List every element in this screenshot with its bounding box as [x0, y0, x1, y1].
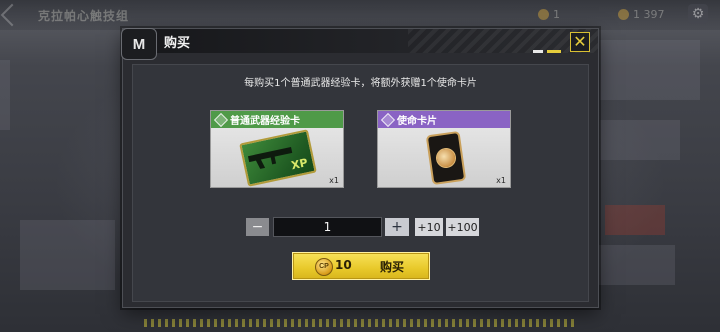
quantity-decrease-button[interactable]: − — [246, 218, 269, 236]
dialog-emblem-icon: M — [121, 28, 157, 60]
header-indicator — [533, 50, 543, 53]
quantity-increase-button[interactable]: + — [385, 218, 409, 236]
item-name: 使命卡片 — [397, 116, 437, 127]
currency-icon — [618, 9, 629, 20]
background-shape — [590, 245, 675, 285]
currency-right-value: 1 397 — [633, 8, 665, 21]
item-card-weapon-xp[interactable]: 普通武器经验卡 XP x1 — [210, 110, 344, 188]
close-button[interactable]: ✕ — [570, 32, 590, 52]
background-shape — [600, 40, 700, 100]
buy-label: 购买 — [380, 260, 405, 274]
background-shape — [20, 220, 115, 290]
item-count: x1 — [329, 176, 339, 185]
currency-icon — [538, 9, 549, 20]
background-shape — [605, 205, 665, 235]
background-shape — [600, 120, 680, 160]
plus-icon: + — [391, 219, 403, 235]
background-top-bar: 克拉帕心触技组 1 1 397 ⚙ — [0, 0, 720, 30]
bonus-info-text: 每购买1个普通武器经验卡，将额外获赠1个使命卡片 — [244, 78, 477, 89]
item-card-header: 使命卡片 — [378, 111, 510, 128]
item-name: 普通武器经验卡 — [230, 116, 300, 127]
close-icon: ✕ — [573, 32, 587, 51]
background-shape — [0, 60, 10, 130]
mission-card-icon — [425, 130, 467, 186]
back-arrow-icon — [0, 3, 24, 27]
mission-emblem-icon — [434, 146, 458, 170]
weapon-xp-card-icon: XP — [239, 129, 317, 187]
dialog-title: 购买 — [164, 36, 191, 51]
item-count: x1 — [496, 176, 506, 185]
buy-price: 10 — [335, 258, 352, 272]
minus-icon: − — [251, 219, 264, 235]
rarity-diamond-icon — [380, 112, 396, 127]
xp-badge: XP — [290, 156, 309, 173]
background-dots — [144, 319, 574, 327]
emblem-label: M — [132, 35, 146, 53]
buy-button[interactable]: CP 10 购买 — [292, 252, 430, 280]
quantity-add-10-button[interactable]: +10 — [415, 218, 443, 236]
item-card-mission[interactable]: 使命卡片 x1 — [377, 110, 511, 188]
item-card-header: 普通武器经验卡 — [211, 111, 343, 128]
quantity-input[interactable]: 1 — [273, 217, 382, 237]
quantity-add-100-button[interactable]: +100 — [446, 218, 479, 236]
rarity-diamond-icon — [213, 112, 229, 127]
item-card-body: x1 — [378, 128, 510, 187]
dialog-header — [123, 29, 598, 53]
background-title: 克拉帕心触技组 — [38, 9, 130, 23]
item-card-body: XP x1 — [211, 128, 343, 187]
settings-icon: ⚙ — [688, 4, 708, 24]
cp-coin-icon: CP — [315, 258, 333, 276]
purchase-dialog: M 购买 ✕ 每购买1个普通武器经验卡，将额外获赠1个使命卡片 普通武器经验卡 … — [121, 28, 599, 308]
currency-left-value: 1 — [553, 8, 560, 21]
header-indicator — [547, 50, 561, 53]
